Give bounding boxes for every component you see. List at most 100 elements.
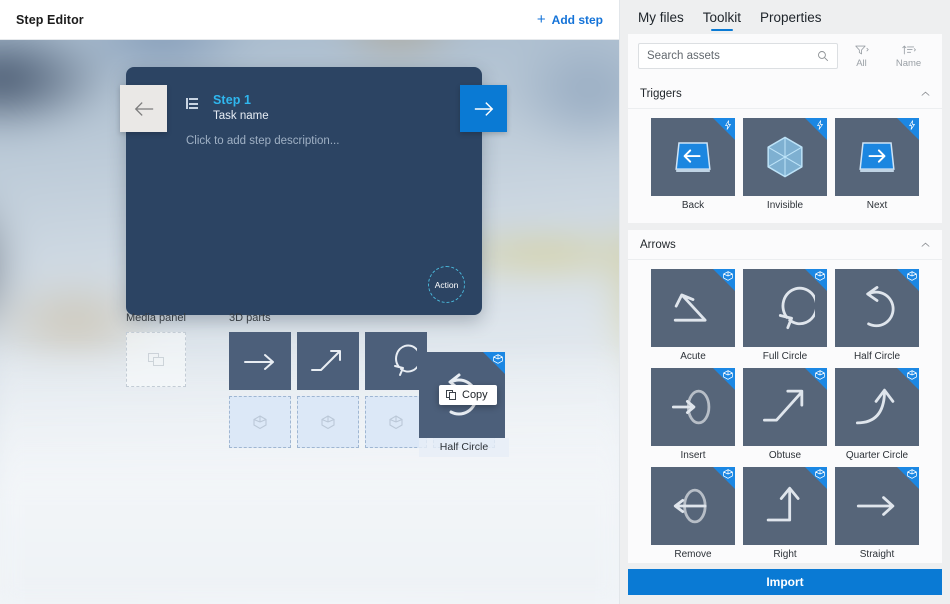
add-step-button[interactable]: + Add step (537, 12, 603, 27)
editor-stage: Step 1 Task name Click to add step descr… (0, 40, 619, 604)
asset-thumb (835, 368, 919, 446)
asset-label: Insert (680, 450, 706, 461)
list-icon (186, 98, 199, 111)
cube-ghost-icon (389, 415, 403, 430)
part-drop-slot[interactable] (229, 396, 291, 448)
sort-button[interactable]: Name (885, 44, 932, 69)
cube-ghost-icon (253, 415, 267, 430)
task-name[interactable]: Task name (213, 110, 269, 122)
asset-label: Remove (674, 549, 712, 560)
section-triggers: Triggers Back Invisible Next (628, 79, 942, 223)
asset-label: Obtuse (768, 450, 802, 461)
cube-3d-icon (907, 271, 917, 281)
asset-thumb (743, 118, 827, 196)
media-panel: Media panel (126, 312, 229, 448)
tab-toolkit[interactable]: Toolkit (703, 8, 741, 34)
search-input[interactable] (647, 50, 817, 62)
tab-my-files[interactable]: My files (638, 8, 684, 34)
asset-thumb (835, 467, 919, 545)
full-circle-arrow-icon (778, 286, 815, 330)
part-tile-obtuse[interactable] (297, 332, 359, 390)
asset-arrow-half-circle[interactable]: Half Circle (835, 269, 919, 364)
media-drop-zone[interactable] (126, 332, 186, 387)
step-number: Step 1 (213, 93, 252, 107)
asset-thumb (743, 368, 827, 446)
asset-arrow-quarter-circle[interactable]: Quarter Circle (835, 368, 919, 463)
action-button[interactable]: Action (428, 266, 465, 303)
asset-arrow-straight[interactable]: Straight (835, 467, 919, 562)
toolkit-panel: My files Toolkit Properties All (620, 0, 950, 604)
arrow-left-icon (134, 101, 153, 116)
copy-tooltip[interactable]: Copy (439, 385, 497, 405)
filter-icon (854, 45, 869, 54)
obtuse-arrow-icon (311, 350, 341, 371)
triggers-grid: Back Invisible Next (628, 109, 942, 223)
chevron-up-icon (921, 242, 930, 247)
filter-button[interactable]: All (838, 44, 885, 69)
filter-label: All (856, 57, 867, 69)
arrow-right-icon (474, 101, 493, 116)
part-tile-straight[interactable] (229, 332, 291, 390)
sort-icon (901, 45, 916, 54)
asset-label: Back (681, 200, 705, 211)
trigger-next-icon (859, 142, 895, 172)
cube-3d-icon (907, 370, 917, 380)
half-circle-arrow-icon (866, 286, 895, 328)
selected-asset-tile[interactable]: Copy (419, 352, 505, 438)
part-tile-full-circle[interactable] (365, 332, 427, 390)
chevron-up-icon (921, 91, 930, 96)
parts-panel-label: 3D parts (229, 312, 271, 324)
asset-thumb (743, 269, 827, 347)
asset-arrow-acute[interactable]: Acute (651, 269, 735, 364)
remove-arrow-icon (673, 488, 707, 524)
asset-arrow-insert[interactable]: Insert (651, 368, 735, 463)
asset-arrow-remove[interactable]: Remove (651, 467, 735, 562)
media-panel-label: Media panel (126, 312, 186, 324)
import-button[interactable]: Import (628, 569, 942, 595)
asset-trigger-back[interactable]: Back (651, 118, 735, 213)
quarter-circle-arrow-icon (855, 388, 895, 425)
trigger-back-icon (675, 142, 711, 172)
lightning-icon (725, 120, 731, 130)
asset-label: Quarter Circle (845, 450, 909, 461)
cube-3d-icon (907, 469, 917, 479)
obtuse-arrow-icon (763, 389, 804, 422)
part-drop-slot[interactable] (297, 396, 359, 448)
asset-arrow-right[interactable]: Right (743, 467, 827, 562)
search-row: All Name (628, 34, 942, 79)
asset-arrow-obtuse[interactable]: Obtuse (743, 368, 827, 463)
full-circle-arrow-icon (394, 344, 417, 376)
import-bar: Import (620, 563, 950, 604)
page-title: Step Editor (16, 12, 84, 27)
asset-thumb (835, 269, 919, 347)
lightning-icon (909, 120, 915, 130)
asset-label: Half Circle (853, 351, 901, 362)
step-back-button[interactable] (120, 85, 167, 132)
cube-3d-icon (723, 370, 733, 380)
asset-thumb (651, 118, 735, 196)
asset-label: Full Circle (762, 351, 808, 362)
tab-properties[interactable]: Properties (760, 8, 822, 34)
asset-trigger-invisible[interactable]: Invisible (743, 118, 827, 213)
plus-icon: + (536, 11, 546, 28)
section-triggers-title: Triggers (640, 87, 682, 100)
acute-arrow-icon (673, 293, 707, 322)
asset-arrow-full-circle[interactable]: Full Circle (743, 269, 827, 364)
section-triggers-header[interactable]: Triggers (628, 79, 942, 109)
search-box[interactable] (638, 43, 838, 69)
asset-scroll-area[interactable]: Triggers Back Invisible Next Arrows Acut… (620, 79, 950, 563)
sort-label: Name (895, 57, 922, 69)
part-drop-slot[interactable] (365, 396, 427, 448)
asset-label: Next (866, 200, 888, 211)
section-arrows-header[interactable]: Arrows (628, 230, 942, 260)
selected-asset-overlay: Copy Half Circle (419, 352, 509, 457)
step-next-button[interactable] (460, 85, 507, 132)
asset-label: Acute (680, 351, 706, 362)
selected-asset-caption: Half Circle (419, 438, 509, 457)
asset-thumb (651, 368, 735, 446)
asset-trigger-next[interactable]: Next (835, 118, 919, 213)
search-icon (818, 51, 829, 62)
step-description-placeholder[interactable]: Click to add step description... (126, 122, 482, 147)
step-card[interactable]: Step 1 Task name Click to add step descr… (120, 67, 507, 315)
insert-arrow-icon (671, 389, 711, 425)
